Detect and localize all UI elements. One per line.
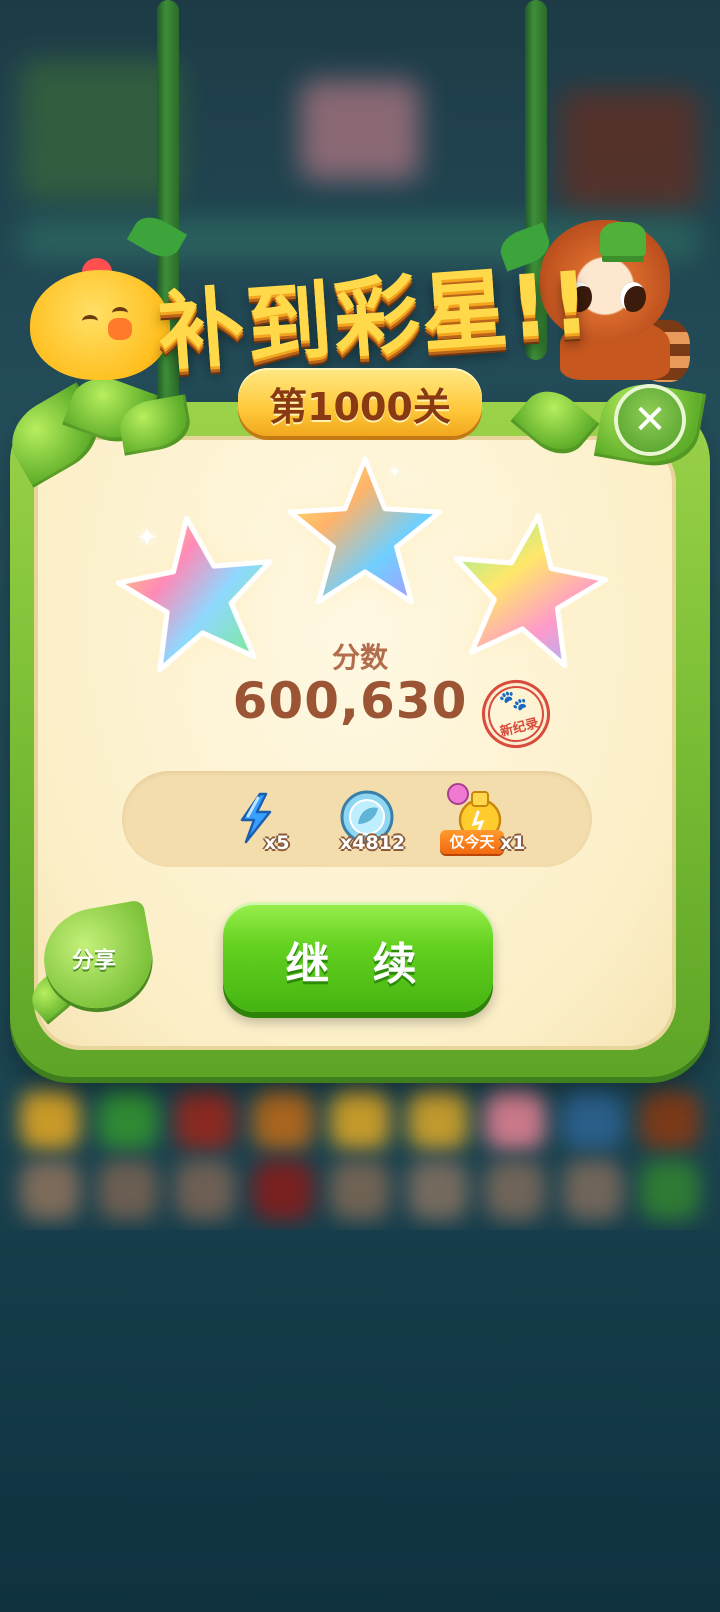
today-only-badge: 仅今天: [440, 830, 504, 854]
level-badge: 第1000关: [238, 368, 482, 436]
close-button[interactable]: ✕: [618, 388, 682, 452]
continue-label: 继 续: [285, 939, 431, 990]
paw-icon: 🐾: [497, 686, 530, 718]
rainbow-star-icon: [287, 456, 443, 605]
level-label: 第1000关: [269, 385, 451, 429]
continue-button[interactable]: 继 续: [223, 902, 493, 1012]
sparkle-icon: ✦: [136, 523, 158, 553]
share-label: 分享: [72, 948, 117, 974]
close-icon: ✕: [633, 397, 667, 443]
reward-quantity: x5: [264, 832, 290, 854]
reward-quantity: x4812: [340, 832, 406, 854]
score-label: 分数: [331, 641, 388, 674]
score-value: 600,630: [232, 672, 468, 730]
sparkle-icon: ✦: [388, 462, 402, 481]
reward-quantity: x1: [500, 832, 526, 854]
